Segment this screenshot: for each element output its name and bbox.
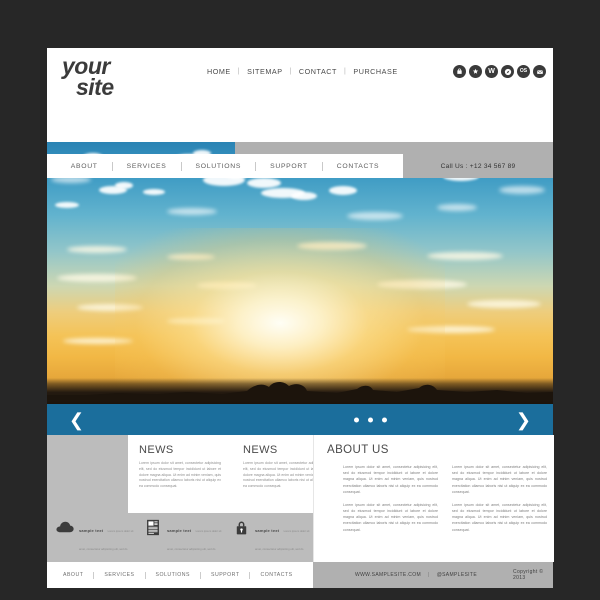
site-footer: ABOUT SERVICES SOLUTIONS SUPPORT CONTACT…: [47, 562, 553, 588]
nav-item-contacts[interactable]: CONTACTS: [323, 163, 393, 170]
footer-copyright: Copyright © 2013: [513, 569, 544, 581]
main-navigation-bar: ABOUT SERVICES SOLUTIONS SUPPORT CONTACT…: [47, 154, 553, 178]
website-mockup-sheet: your site HOME | SITEMAP | CONTACT | PUR…: [47, 48, 554, 588]
os-icon[interactable]: OS: [517, 65, 530, 78]
about-us-heading: ABOUT US: [327, 444, 389, 456]
cloud-icon: [55, 518, 75, 536]
bag-icon[interactable]: [453, 65, 466, 78]
nav-item-services[interactable]: SERVICES: [113, 163, 181, 170]
footer-link-support[interactable]: SUPPORT: [201, 572, 249, 578]
about-paragraph: Lorem ipsum dolor sit amet, consectetur …: [452, 465, 547, 494]
cloud-shape: [143, 189, 165, 195]
cloud-shape: [291, 192, 317, 200]
cloud-shape: [499, 186, 545, 194]
topnav-separator: |: [237, 68, 241, 75]
cloud-shape: [467, 300, 541, 308]
site-header: your site HOME | SITEMAP | CONTACT | PUR…: [47, 48, 553, 142]
about-paragraph: Lorem ipsum dolor sit amet, consectetur …: [343, 465, 438, 494]
footer-separator: |: [428, 572, 430, 578]
about-us-column: Lorem ipsum dolor sit amet, consectetur …: [343, 464, 438, 540]
cloud-shape: [55, 202, 79, 208]
slider-dots: [47, 417, 553, 422]
main-nav: ABOUT SERVICES SOLUTIONS SUPPORT CONTACT…: [47, 154, 403, 178]
star-icon[interactable]: [469, 65, 482, 78]
slider-next-arrow-icon[interactable]: ❯: [516, 411, 531, 429]
feature-heading: sample text: [79, 528, 104, 533]
slider-control-bar: ❮ ❯: [47, 404, 553, 435]
news-heading: NEWS: [139, 444, 174, 456]
topnav-item-contact[interactable]: CONTACT: [299, 67, 337, 76]
feature-heading: sample text: [255, 528, 280, 533]
cloud-shape: [437, 204, 477, 211]
tree-line-silhouette: [47, 381, 553, 400]
cloud-shape: [115, 182, 133, 189]
feature-item[interactable]: sample text Lorem ipsum dolor sit amet, …: [231, 518, 313, 587]
topnav-item-purchase[interactable]: PURCHASE: [353, 67, 397, 76]
feature-item[interactable]: sample text Lorem ipsum dolor sit amet, …: [143, 518, 225, 587]
feature-heading: sample text: [167, 528, 192, 533]
footer-link-contacts[interactable]: CONTACTS: [250, 572, 302, 578]
site-logo[interactable]: your site: [62, 54, 114, 101]
footer-meta: WWW.SAMPLESITE.COM | @SAMPLESITE Copyrig…: [313, 562, 553, 588]
cloud-shape: [329, 186, 357, 195]
footer-link-about[interactable]: ABOUT: [53, 572, 93, 578]
feature-item[interactable]: sample text Lorem ipsum dolor sit amet, …: [55, 518, 137, 587]
top-utility-nav: HOME | SITEMAP | CONTACT | PURCHASE: [207, 67, 398, 76]
footer-social-handle[interactable]: @SAMPLESITE: [437, 572, 477, 578]
newspaper-icon: [143, 518, 163, 536]
topnav-item-sitemap[interactable]: SITEMAP: [247, 67, 282, 76]
nav-item-solutions[interactable]: SOLUTIONS: [182, 163, 256, 170]
topnav-separator: |: [289, 68, 292, 75]
footer-site-url[interactable]: WWW.SAMPLESITE.COM: [355, 572, 421, 578]
footer-nav: ABOUT SERVICES SOLUTIONS SUPPORT CONTACT…: [47, 562, 313, 588]
news-column: NEWS Lorem ipsum dolor sit amet, consect…: [139, 444, 221, 490]
call-us-text: Call Us : +12 34 567 89: [403, 154, 553, 178]
compass-icon[interactable]: [501, 65, 514, 78]
about-us-panel: ABOUT US Lorem ipsum dolor sit amet, con…: [313, 435, 554, 562]
topnav-item-home[interactable]: HOME: [207, 67, 231, 76]
slider-dot[interactable]: [353, 417, 359, 422]
about-us-column: Lorem ipsum dolor sit amet, consectetur …: [452, 464, 547, 540]
wordpress-icon[interactable]: W: [485, 65, 498, 78]
news-body: Lorem ipsum dolor sit amet, consectetur …: [139, 461, 221, 489]
cloud-shape: [247, 178, 281, 188]
about-us-columns: Lorem ipsum dolor sit amet, consectetur …: [343, 464, 547, 540]
topnav-separator: |: [343, 68, 347, 75]
lock-icon: [231, 518, 251, 536]
about-paragraph: Lorem ipsum dolor sit amet, consectetur …: [452, 502, 547, 532]
nav-item-support[interactable]: SUPPORT: [256, 163, 322, 170]
feature-list: sample text Lorem ipsum dolor sit amet, …: [55, 518, 313, 587]
cloud-shape: [167, 208, 217, 215]
nav-item-about[interactable]: ABOUT: [57, 163, 112, 170]
logo-line-2: site: [76, 74, 114, 101]
slider-dot[interactable]: [367, 417, 373, 422]
envelope-icon[interactable]: [533, 65, 546, 78]
hero-slider-image: [47, 142, 553, 404]
footer-link-solutions[interactable]: SOLUTIONS: [146, 572, 200, 578]
cloud-shape: [347, 212, 403, 220]
screenshot-canvas: your site HOME | SITEMAP | CONTACT | PUR…: [0, 0, 600, 600]
about-paragraph: Lorem ipsum dolor sit amet, consectetur …: [343, 502, 438, 532]
social-icon-bar: W OS: [453, 65, 546, 78]
news-columns: NEWS Lorem ipsum dolor sit amet, consect…: [139, 444, 325, 490]
footer-link-services[interactable]: SERVICES: [94, 572, 144, 578]
slider-dot[interactable]: [381, 417, 387, 422]
